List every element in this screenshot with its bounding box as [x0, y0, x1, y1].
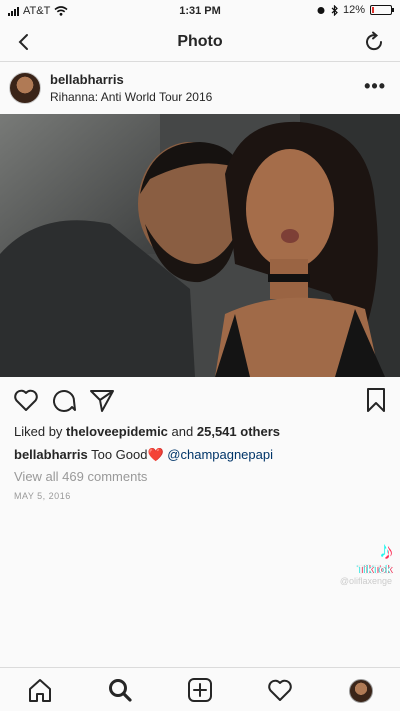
tab-bar — [0, 667, 400, 711]
nav-bar: Photo — [0, 22, 400, 62]
add-post-icon[interactable] — [187, 677, 213, 703]
watermark-brand: TikTok — [357, 564, 392, 576]
refresh-icon[interactable] — [362, 30, 386, 54]
watermark-handle: @oliflaxenge — [339, 576, 392, 586]
profile-avatar[interactable] — [349, 679, 373, 703]
likes-text: Liked by theloveepidemic and 25,541 othe… — [14, 424, 280, 439]
bookmark-icon[interactable] — [362, 386, 390, 414]
activity-heart-icon[interactable] — [267, 677, 293, 703]
view-comments-link[interactable]: View all 469 comments — [14, 469, 147, 484]
post-header: bellabharris Rihanna: Anti World Tour 20… — [0, 63, 400, 115]
battery-percent: 12% — [342, 4, 365, 16]
caption: bellabharris Too Good❤️ @champagnepapi — [14, 447, 273, 463]
liked-by-user[interactable]: theloveepidemic — [66, 424, 168, 439]
tiktok-logo-icon: ♪ — [381, 538, 392, 563]
more-options-icon[interactable]: ••• — [364, 76, 386, 97]
avatar[interactable] — [9, 72, 41, 104]
tiktok-watermark: ♪ TikTok @oliflaxenge — [302, 538, 392, 586]
alarm-icon — [317, 7, 325, 14]
search-icon[interactable] — [107, 677, 133, 703]
caption-text: Too Good — [91, 447, 148, 462]
likes-and: and — [171, 424, 194, 439]
photo-illustration — [0, 114, 400, 377]
post-actions — [0, 384, 400, 418]
comment-icon[interactable] — [50, 386, 78, 414]
status-bar: AT&T 1:31 PM 12% — [0, 0, 400, 22]
bluetooth-icon — [331, 4, 338, 16]
post-photo[interactable] — [0, 114, 400, 377]
post-date: MAY 5, 2016 — [14, 491, 71, 501]
home-icon[interactable] — [27, 677, 53, 703]
post-username[interactable]: bellabharris — [50, 72, 124, 87]
page-title: Photo — [177, 33, 223, 50]
status-right: 12% — [316, 4, 394, 16]
caption-username[interactable]: bellabharris — [14, 447, 88, 462]
likes-prefix: Liked by — [14, 424, 63, 439]
post-location[interactable]: Rihanna: Anti World Tour 2016 — [50, 90, 212, 104]
share-icon[interactable] — [88, 386, 116, 414]
likes-count[interactable]: 25,541 others — [197, 424, 280, 439]
caption-emoji: ❤️ — [147, 447, 164, 462]
battery-icon — [370, 5, 394, 15]
caption-mention[interactable]: @champagnepapi — [167, 447, 273, 462]
heart-icon[interactable] — [12, 386, 40, 414]
